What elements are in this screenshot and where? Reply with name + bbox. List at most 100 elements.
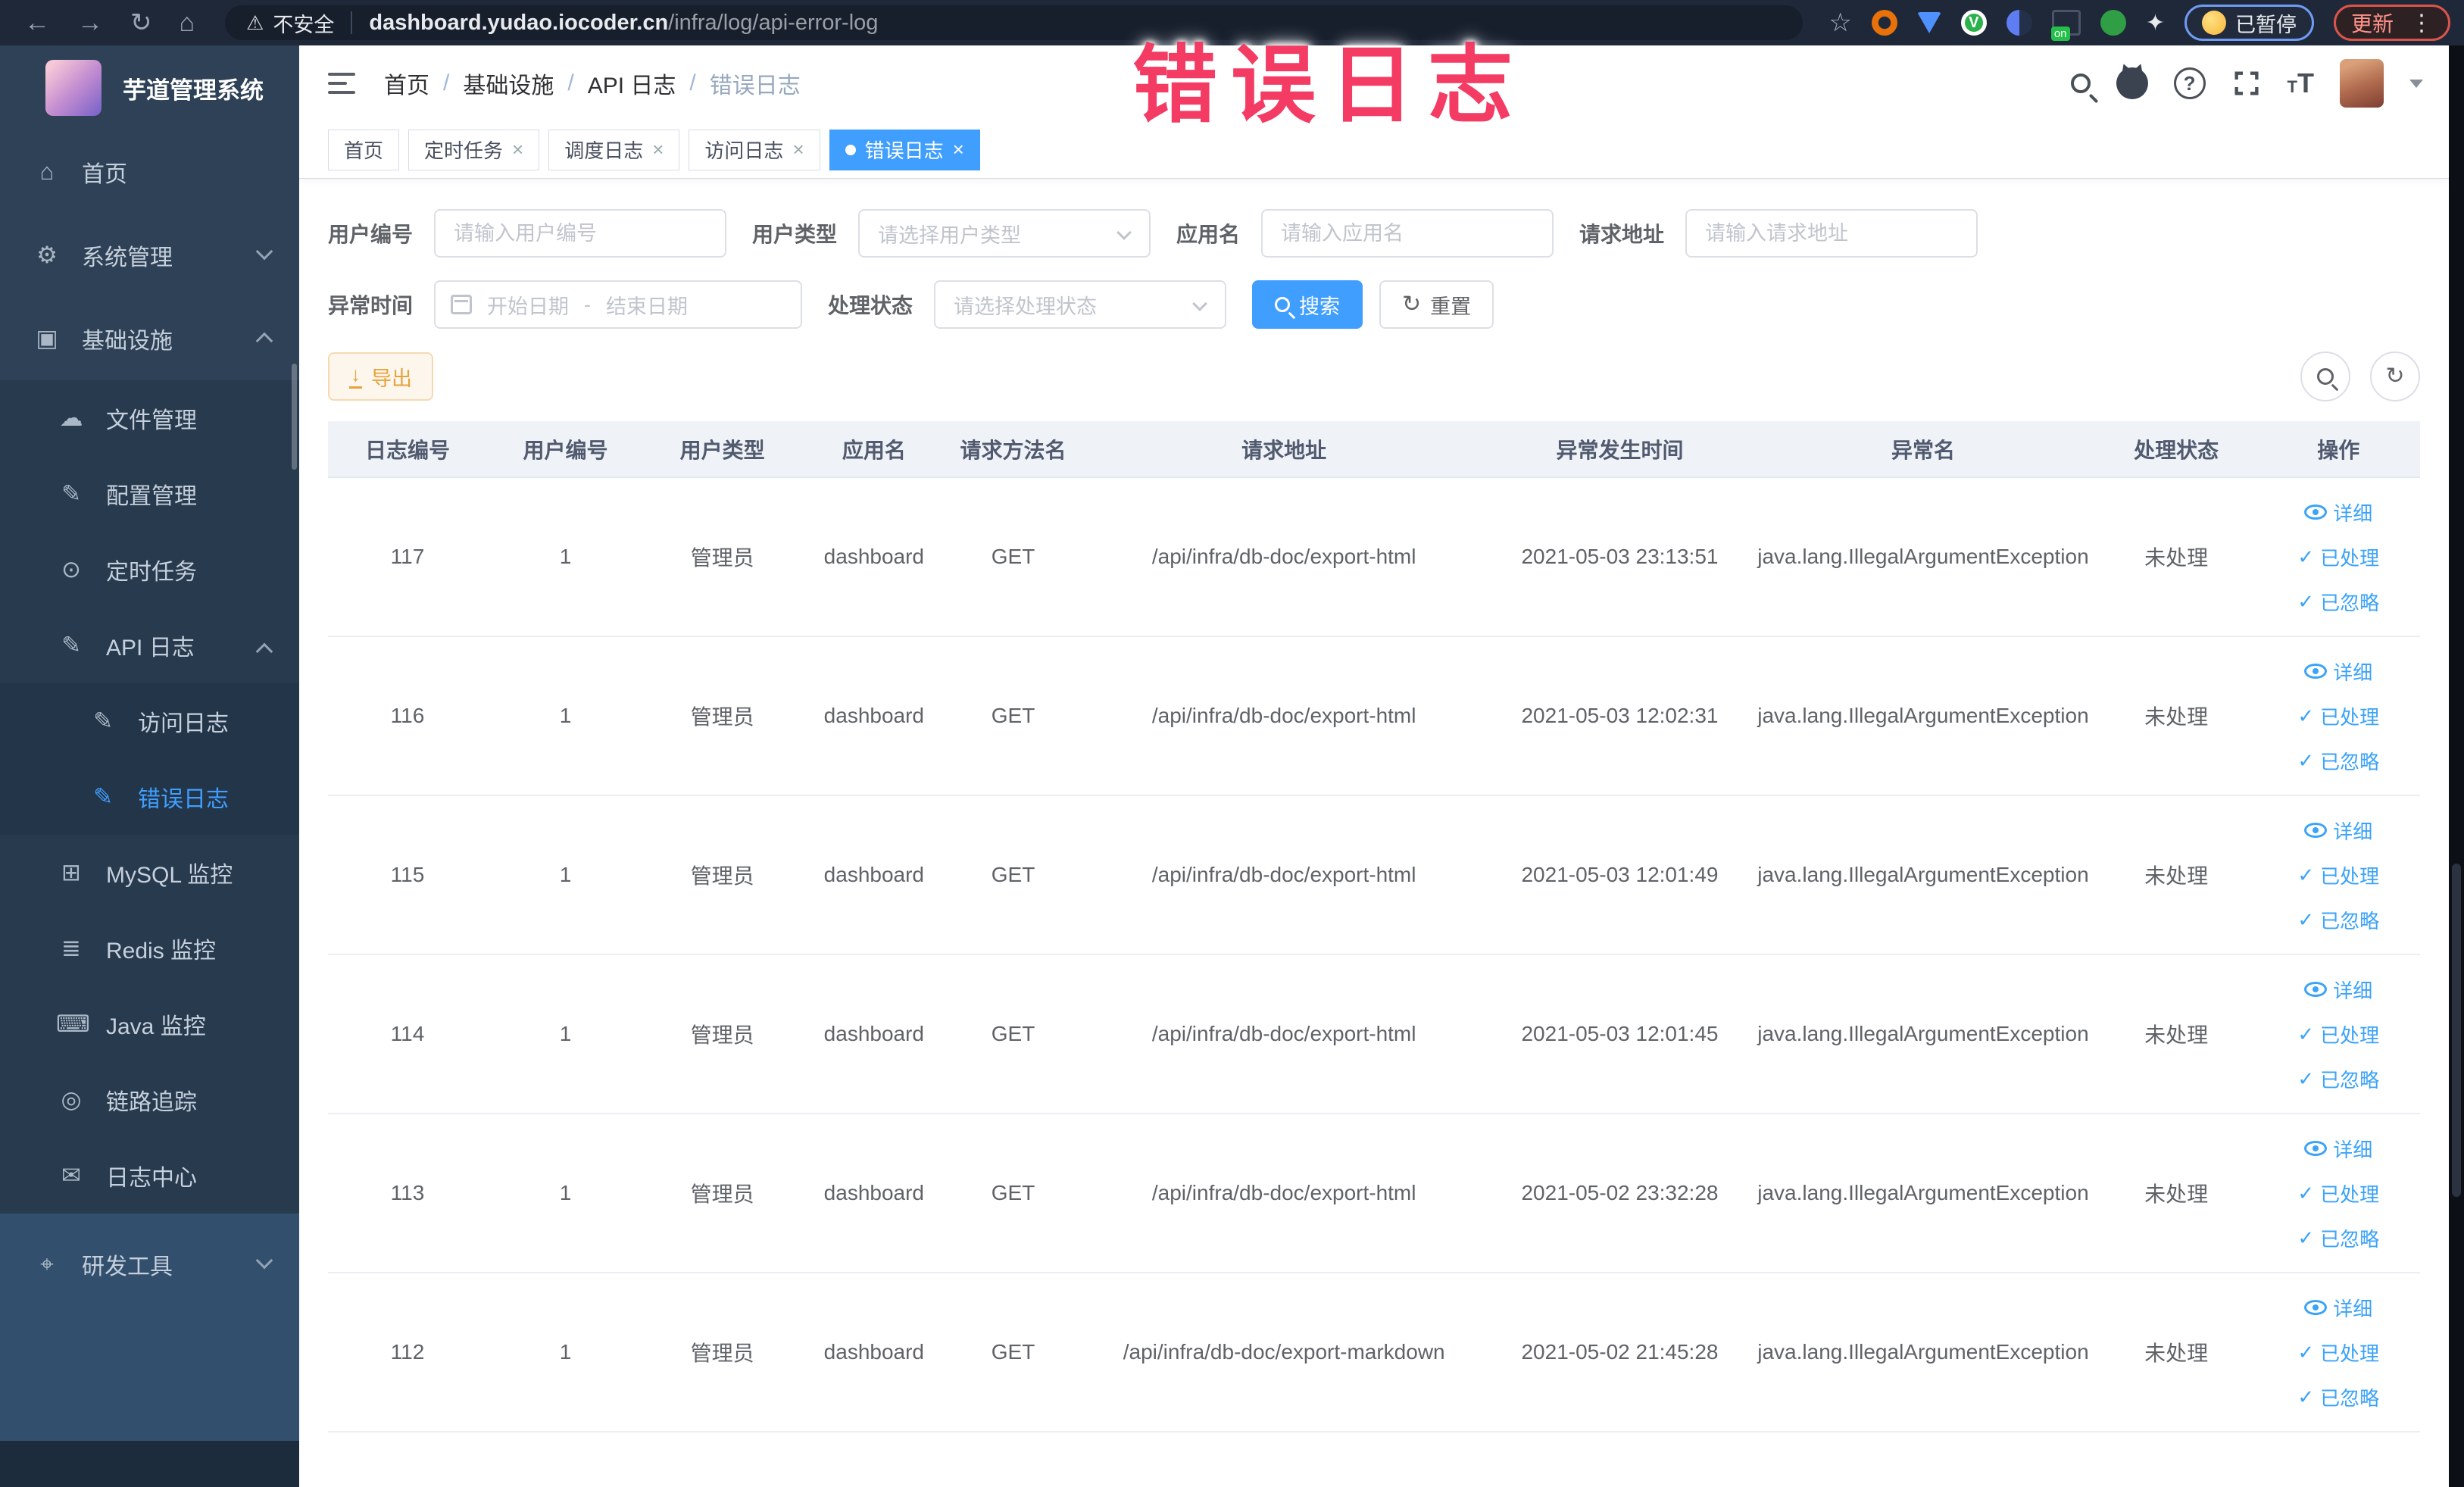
action-ignored-link[interactable]: ✓ 已忽略 <box>2297 747 2379 775</box>
github-icon[interactable] <box>2116 67 2148 99</box>
sidebar-menu: ⌂ 首页 ⚙ 系统管理 ▣ 基础设施 ☁ 文件管理 ✎ 配置管理 ⊙ 定时任务 ✎ API 日志 ✎ 访问日志… <box>0 130 299 1214</box>
browser-back-icon[interactable]: ← <box>24 8 50 38</box>
sidebar-item-链路追踪[interactable]: ◎ 链路追踪 <box>0 1062 299 1138</box>
action-detail-link[interactable]: 详细 <box>2304 498 2372 526</box>
sidebar-item-API 日志[interactable]: ✎ API 日志 <box>0 608 299 683</box>
action-processed-link[interactable]: ✓ 已处理 <box>2297 1020 2379 1048</box>
browser-menu-icon[interactable]: ⋮ <box>2410 10 2433 36</box>
tab-访问日志[interactable]: 访问日志 × <box>689 129 820 170</box>
action-ignored-link[interactable]: ✓ 已忽略 <box>2297 906 2379 934</box>
app-name-input[interactable] <box>1261 209 1554 258</box>
extension-on-badge-icon[interactable] <box>2050 10 2081 41</box>
sidebar-item-MySQL 监控[interactable]: ⊞ MySQL 监控 <box>0 835 299 911</box>
browser-forward-icon[interactable]: → <box>77 8 103 38</box>
action-processed-link[interactable]: ✓ 已处理 <box>2297 1179 2379 1207</box>
cell-app: dashboard <box>801 1114 948 1273</box>
help-icon[interactable]: ? <box>2173 67 2206 99</box>
search-icon[interactable] <box>2070 73 2091 93</box>
action-detail-link[interactable]: 详细 <box>2304 817 2372 845</box>
action-processed-link[interactable]: ✓ 已处理 <box>2297 861 2379 889</box>
search-button[interactable]: 搜索 <box>1252 280 1363 329</box>
table-row: 114 1 管理员 dashboard GET/api/infra/db-doc/exp… <box>328 954 2420 1114</box>
sidebar-item-配置管理[interactable]: ✎ 配置管理 <box>0 456 299 532</box>
page-scrollbar[interactable] <box>2449 45 2464 1487</box>
tab-调度日志[interactable]: 调度日志 × <box>548 129 680 170</box>
sidebar-item-Java 监控[interactable]: ⌨ Java 监控 <box>0 986 299 1062</box>
action-processed-link[interactable]: ✓ 已处理 <box>2297 1339 2379 1367</box>
action-label: 已处理 <box>2320 1342 2380 1365</box>
fullscreen-icon[interactable] <box>2231 68 2262 98</box>
exception-time-range-picker[interactable]: 开始日期 - 结束日期 <box>434 280 803 329</box>
request-url-input[interactable] <box>1685 209 1978 258</box>
cell-user_type: 管理员 <box>644 1114 801 1273</box>
close-icon[interactable]: × <box>512 138 523 161</box>
tab-定时任务[interactable]: 定时任务 × <box>408 129 540 170</box>
paused-chip[interactable]: 已暂停 <box>2184 5 2314 41</box>
column-header-请求方法名: 请求方法名 <box>947 421 1079 478</box>
sidebar-item-定时任务[interactable]: ⊙ 定时任务 <box>0 532 299 608</box>
breadcrumb-item[interactable]: 首页 <box>384 67 429 100</box>
export-button[interactable]: ↓ 导出 <box>328 352 433 401</box>
bookmark-star-icon[interactable]: ☆ <box>1828 8 1851 38</box>
sidebar-item-首页[interactable]: ⌂ 首页 <box>0 130 299 214</box>
sidebar-item-访问日志[interactable]: ✎ 访问日志 <box>0 683 299 759</box>
cell-time: 2021-05-03 12:01:49 <box>1488 795 1751 955</box>
action-ignored-link[interactable]: ✓ 已忽略 <box>2297 588 2379 616</box>
refresh-table-button[interactable]: ↻ <box>2370 351 2420 401</box>
avatar[interactable] <box>2340 59 2384 108</box>
sidebar-item-基础设施[interactable]: ▣ 基础设施 <box>0 297 299 380</box>
extension-leaf-icon[interactable] <box>2100 10 2126 36</box>
action-processed-link[interactable]: ✓ 已处理 <box>2297 702 2379 730</box>
tab-错误日志[interactable]: 错误日志 × <box>829 129 980 170</box>
security-label[interactable]: 不安全 <box>273 8 334 38</box>
process-status-select[interactable]: 请选择处理状态 <box>934 280 1227 329</box>
hamburger-icon[interactable] <box>328 73 355 94</box>
action-detail-link[interactable]: 详细 <box>2304 1135 2372 1163</box>
font-size-icon[interactable]: TT <box>2288 67 2314 99</box>
action-ignored-link[interactable]: ✓ 已忽略 <box>2297 1383 2379 1411</box>
breadcrumb-item[interactable]: 基础设施 <box>463 67 554 100</box>
address-bar[interactable]: ⚠ 不安全 dashboard.yudao.iocoder.cn /infra/… <box>225 5 1803 40</box>
url-domain: dashboard.yudao.iocoder.cn <box>369 10 669 35</box>
breadcrumb-separator: / <box>567 70 574 95</box>
user-id-input[interactable] <box>434 209 727 258</box>
sidebar-item-日志中心[interactable]: ✉ 日志中心 <box>0 1138 299 1214</box>
action-label: 详细 <box>2333 820 2373 843</box>
divider <box>351 11 353 34</box>
browser-reload-icon[interactable]: ↻ <box>130 8 152 38</box>
sidebar-item-文件管理[interactable]: ☁ 文件管理 <box>0 380 299 456</box>
sidebar-item-label: Redis 监控 <box>106 939 217 964</box>
sidebar-scrollbar[interactable] <box>292 364 297 470</box>
tab-首页[interactable]: 首页 <box>328 129 400 170</box>
chevron-down-icon[interactable] <box>2409 79 2423 88</box>
action-ignored-link[interactable]: ✓ 已忽略 <box>2297 1224 2379 1252</box>
sidebar-item-Redis 监控[interactable]: ≣ Redis 监控 <box>0 911 299 986</box>
update-chip[interactable]: 更新 ⋮ <box>2333 5 2450 41</box>
action-ignored-link[interactable]: ✓ 已忽略 <box>2297 1065 2379 1093</box>
toggle-search-button[interactable] <box>2300 351 2350 401</box>
exception-time-label: 异常时间 <box>328 294 414 317</box>
close-icon[interactable]: × <box>792 138 804 161</box>
extension-blue-drop-icon[interactable] <box>1916 12 1941 33</box>
extensions-puzzle-icon[interactable]: ✦ <box>2146 10 2165 36</box>
action-processed-link[interactable]: ✓ 已处理 <box>2297 543 2379 571</box>
action-links: 详细 ✓ 已处理 ✓ 已忽略 <box>2262 1294 2416 1411</box>
reset-button[interactable]: ↻ 重置 <box>1379 280 1494 329</box>
action-detail-link[interactable]: 详细 <box>2304 1294 2372 1322</box>
close-icon[interactable]: × <box>953 138 964 161</box>
sidebar-item-研发工具[interactable]: ⌖ 研发工具 <box>0 1223 299 1306</box>
user-type-select[interactable]: 请选择用户类型 <box>858 209 1151 258</box>
cell-exception: java.lang.IllegalArgumentException <box>1750 1273 2096 1432</box>
breadcrumb-item[interactable]: API 日志 <box>588 67 676 100</box>
close-icon[interactable]: × <box>652 138 664 161</box>
action-detail-link[interactable]: 详细 <box>2304 658 2372 686</box>
extension-green-v-icon[interactable]: V <box>1960 10 1987 36</box>
app-logo[interactable]: 芋道管理系统 <box>0 45 299 130</box>
sidebar-item-系统管理[interactable]: ⚙ 系统管理 <box>0 214 299 297</box>
extension-grid-icon[interactable] <box>2006 10 2032 36</box>
scrollbar-thumb[interactable] <box>2452 864 2461 1197</box>
action-detail-link[interactable]: 详细 <box>2304 976 2372 1004</box>
extension-orange-icon[interactable] <box>1871 10 1897 36</box>
sidebar-item-错误日志[interactable]: ✎ 错误日志 <box>0 759 299 835</box>
browser-home-icon[interactable]: ⌂ <box>180 8 195 38</box>
